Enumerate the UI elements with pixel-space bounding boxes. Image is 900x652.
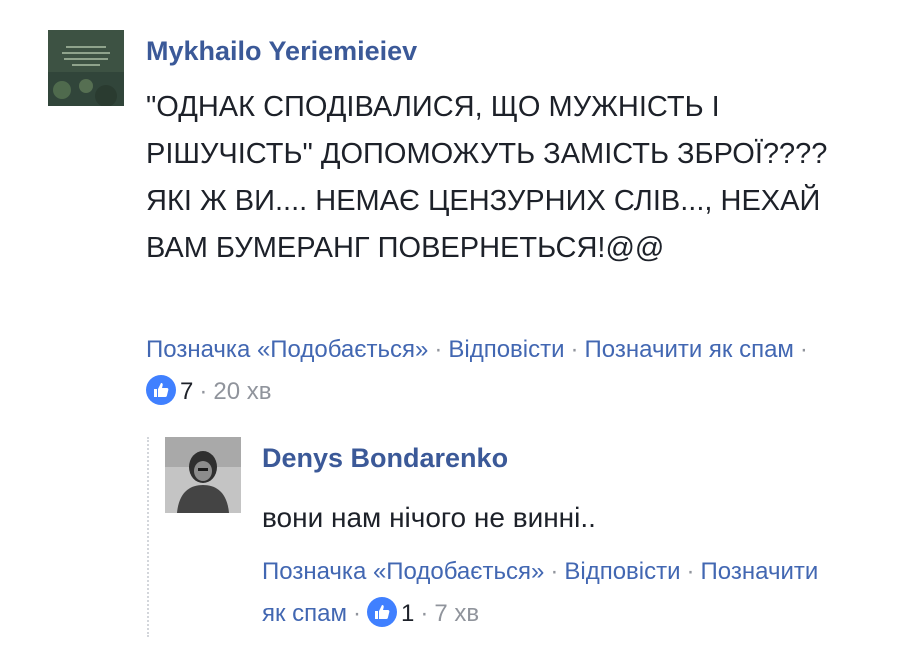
- avatar[interactable]: [165, 437, 241, 513]
- reaction-count[interactable]: 7: [180, 378, 193, 405]
- separator: ·: [686, 558, 695, 585]
- reply-actions: Позначка «Подобається» · Відповісти · Познач…: [262, 551, 822, 635]
- comment-actions: Позначка «Подобається» · Відповісти · Познач…: [146, 329, 846, 413]
- mark-spam-link[interactable]: Позначити як спам: [585, 336, 794, 363]
- avatar-image: [48, 30, 124, 106]
- timestamp[interactable]: 20 хв: [213, 378, 271, 405]
- reply-link[interactable]: Відповісти: [448, 336, 564, 363]
- reply-text: вони нам нічого не винні..: [262, 502, 596, 533]
- comment-author[interactable]: Mykhailo Yeriemieiev: [146, 36, 417, 67]
- timestamp[interactable]: 7 хв: [434, 600, 479, 627]
- avatar[interactable]: [48, 30, 124, 106]
- separator: ·: [353, 600, 362, 627]
- reply-thread-line: [147, 437, 149, 637]
- separator: ·: [550, 558, 559, 585]
- separator: ·: [434, 336, 443, 363]
- separator: ·: [420, 600, 429, 627]
- separator: ·: [199, 378, 208, 405]
- reply-link[interactable]: Відповісти: [564, 558, 680, 585]
- separator: ·: [799, 336, 808, 363]
- comment-text: "ОДНАК СПОДІВАЛИСЯ, ЩО МУЖНІСТЬ І РІШУЧІ…: [146, 91, 828, 264]
- avatar-image: [165, 437, 241, 513]
- reaction-count[interactable]: 1: [401, 600, 414, 627]
- like-icon[interactable]: [367, 597, 398, 627]
- separator: ·: [570, 336, 579, 363]
- like-icon[interactable]: [146, 375, 176, 405]
- like-link[interactable]: Позначка «Подобається»: [146, 336, 428, 363]
- like-link[interactable]: Позначка «Подобається»: [262, 558, 544, 585]
- reply-author[interactable]: Denys Bondarenko: [262, 443, 508, 474]
